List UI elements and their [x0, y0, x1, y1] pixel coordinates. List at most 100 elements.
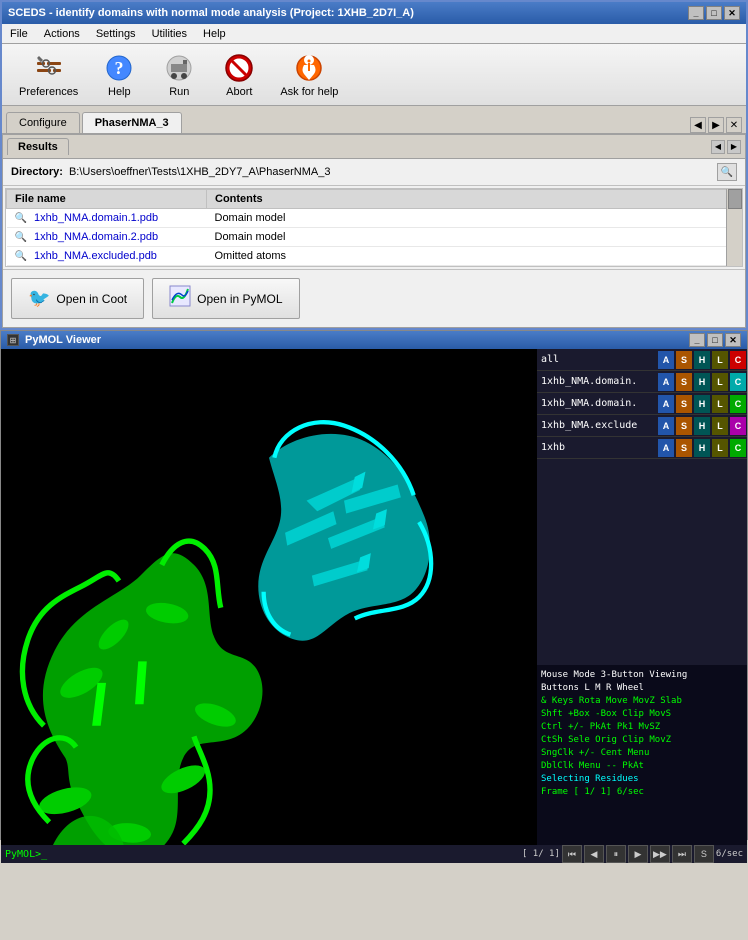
pymol-object-name: 1xhb_NMA.domain. [537, 398, 657, 409]
pymol-btn-s[interactable]: S [676, 417, 692, 435]
pymol-btn-l[interactable]: L [712, 351, 728, 369]
pymol-info-line: & Keys Rota Move MovZ Slab [541, 695, 743, 708]
tab-bar: Configure PhaserNMA_3 ◀ ▶ ✕ [2, 106, 746, 134]
minimize-button[interactable]: _ [688, 6, 704, 20]
pymol-maximize-button[interactable]: □ [707, 333, 723, 347]
pymol-btn-s[interactable]: S [676, 395, 692, 413]
pymol-object-list: all A S H L C 1xhb_NMA.domain. A S H L C… [537, 349, 747, 665]
pymol-btn-s[interactable]: S [676, 373, 692, 391]
playback-skip-start[interactable]: ⏮ [562, 845, 582, 863]
menu-actions[interactable]: Actions [40, 27, 84, 41]
tab-close-button[interactable]: ✕ [726, 117, 742, 133]
pymol-info-line: Shft +Box -Box Clip MovS [541, 708, 743, 721]
playback-skip-end[interactable]: ⏭ [672, 845, 692, 863]
pymol-btn-l[interactable]: L [712, 417, 728, 435]
pymol-btn-a[interactable]: A [658, 417, 674, 435]
main-window: SCEDS - identify domains with normal mod… [0, 0, 748, 330]
scrollbar[interactable] [726, 189, 742, 266]
directory-path: B:\Users\oeffner\Tests\1XHB_2DY7_A\Phase… [69, 166, 711, 178]
pymol-btn-h[interactable]: H [694, 395, 710, 413]
pymol-btn-a[interactable]: A [658, 373, 674, 391]
close-button[interactable]: ✕ [724, 6, 740, 20]
pymol-btn-c[interactable]: C [730, 351, 746, 369]
pymol-btn-h[interactable]: H [694, 417, 710, 435]
pymol-btn-c[interactable]: C [730, 395, 746, 413]
table-row[interactable]: 🔍 1xhb_NMA.domain.1.pdb Domain model [7, 209, 742, 228]
tab-navigation: ◀ ▶ ✕ [690, 117, 742, 133]
playback-next[interactable]: ▶▶ [650, 845, 670, 863]
tab-next-button[interactable]: ▶ [708, 117, 724, 133]
tab-phasernma3[interactable]: PhaserNMA_3 [82, 112, 182, 133]
pymol-object-row[interactable]: 1xhb_NMA.exclude A S H L C [537, 415, 747, 437]
pymol-btn-h[interactable]: H [694, 373, 710, 391]
menu-file[interactable]: File [6, 27, 32, 41]
pymol-info-line: CtSh Sele Orig Clip MovZ [541, 734, 743, 747]
pymol-info-line: Selecting Residues [541, 773, 743, 786]
tab-configure[interactable]: Configure [6, 112, 80, 133]
window-title: SCEDS - identify domains with normal mod… [8, 7, 414, 19]
pymol-btn-a[interactable]: A [658, 351, 674, 369]
pymol-btn-a[interactable]: A [658, 439, 674, 457]
open-coot-button[interactable]: 🐦 Open in Coot [11, 278, 144, 319]
file-icon: 🔍 [15, 251, 27, 262]
pymol-object-row[interactable]: 1xhb A S H L C [537, 437, 747, 459]
pymol-btn-s[interactable]: S [676, 439, 692, 457]
pymol-object-row[interactable]: all A S H L C [537, 349, 747, 371]
pymol-title-bar: ⊞ PyMOL Viewer _ □ ✕ [1, 331, 747, 349]
title-bar: SCEDS - identify domains with normal mod… [2, 2, 746, 24]
ask-for-help-button[interactable]: Ask for help [271, 47, 347, 103]
pymol-btn-c[interactable]: C [730, 373, 746, 391]
bottom-buttons: 🐦 Open in Coot Open in PyMOL [3, 269, 745, 327]
pymol-info-panel: Mouse Mode 3-Button ViewingButtons L M R… [537, 665, 747, 845]
pymol-btn-l[interactable]: L [712, 395, 728, 413]
molecule-visualization [1, 349, 537, 845]
preferences-button[interactable]: Preferences [10, 47, 87, 103]
pymol-btn-s[interactable]: S [676, 351, 692, 369]
directory-search-button[interactable]: 🔍 [717, 163, 737, 181]
pymol-btn-h[interactable]: H [694, 351, 710, 369]
menu-bar: File Actions Settings Utilities Help [2, 24, 746, 44]
file-link[interactable]: 1xhb_NMA.domain.2.pdb [34, 231, 158, 243]
pymol-object-row[interactable]: 1xhb_NMA.domain. A S H L C [537, 371, 747, 393]
playback-pause[interactable]: ⏸ [606, 845, 626, 863]
results-tab-next[interactable]: ▶ [727, 140, 741, 154]
table-row[interactable]: 🔍 1xhb_NMA.excluded.pdb Omitted atoms [7, 247, 742, 266]
table-row[interactable]: 🔍 1xhb_NMA.domain.2.pdb Domain model [7, 228, 742, 247]
open-coot-label: Open in Coot [56, 292, 127, 306]
pymol-minimize-button[interactable]: _ [689, 333, 705, 347]
results-tab[interactable]: Results [7, 138, 69, 155]
pymol-btn-h[interactable]: H [694, 439, 710, 457]
file-table: File name Contents 🔍 1xhb_NMA.domain.1.p… [6, 189, 742, 266]
ask-for-help-icon [293, 52, 325, 84]
file-link[interactable]: 1xhb_NMA.excluded.pdb [34, 250, 157, 262]
open-pymol-button[interactable]: Open in PyMOL [152, 278, 299, 319]
help-button[interactable]: ? Help [91, 47, 147, 103]
playback-prev[interactable]: ◀ [584, 845, 604, 863]
menu-utilities[interactable]: Utilities [148, 27, 191, 41]
run-button[interactable]: Run [151, 47, 207, 103]
file-link[interactable]: 1xhb_NMA.domain.1.pdb [34, 212, 158, 224]
menu-settings[interactable]: Settings [92, 27, 140, 41]
maximize-button[interactable]: □ [706, 6, 722, 20]
pymol-btn-c[interactable]: C [730, 439, 746, 457]
pymol-btn-l[interactable]: L [712, 373, 728, 391]
menu-help[interactable]: Help [199, 27, 230, 41]
results-tab-prev[interactable]: ◀ [711, 140, 725, 154]
pymol-object-row[interactable]: 1xhb_NMA.domain. A S H L C [537, 393, 747, 415]
tab-prev-button[interactable]: ◀ [690, 117, 706, 133]
pymol-btn-a[interactable]: A [658, 395, 674, 413]
pymol-prompt: PyMOL>_ [5, 849, 47, 860]
pymol-viewport[interactable] [1, 349, 537, 845]
pymol-close-button[interactable]: ✕ [725, 333, 741, 347]
playback-settings[interactable]: S [694, 845, 714, 863]
file-icon: 🔍 [15, 213, 27, 224]
pymol-viewer-window: ⊞ PyMOL Viewer _ □ ✕ [0, 330, 748, 840]
playback-play[interactable]: ▶ [628, 845, 648, 863]
pymol-btn-l[interactable]: L [712, 439, 728, 457]
abort-button[interactable]: Abort [211, 47, 267, 103]
run-label: Run [169, 86, 189, 98]
ask-for-help-label: Ask for help [280, 86, 338, 98]
file-table-wrapper: File name Contents 🔍 1xhb_NMA.domain.1.p… [5, 188, 743, 267]
pymol-object-name: 1xhb_NMA.domain. [537, 376, 657, 387]
pymol-btn-c[interactable]: C [730, 417, 746, 435]
